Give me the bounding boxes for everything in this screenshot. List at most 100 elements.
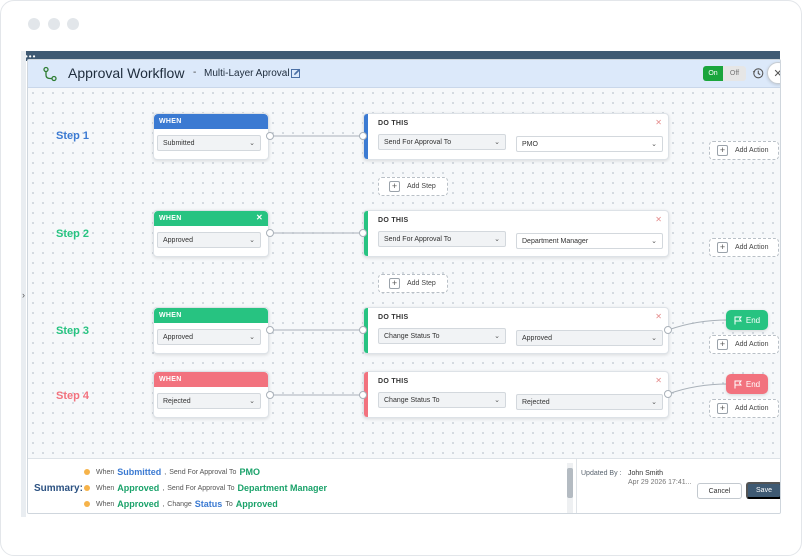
- chevron-down-icon: ⌄: [494, 333, 500, 340]
- close-icon[interactable]: ✕: [767, 62, 780, 84]
- modal-footer: Summary: When Submitted , Send For Appro…: [28, 458, 780, 513]
- close-icon[interactable]: ✕: [256, 213, 263, 222]
- do-this-card: DO THIS ✕ Send For Approval To ⌄ PMO ⌄: [363, 113, 669, 160]
- target-select[interactable]: Approved ⌄: [516, 330, 663, 346]
- add-action-button[interactable]: + Add Action: [709, 399, 779, 418]
- summary-action: Send For Approval To: [167, 484, 235, 492]
- when-card: WHEN Submitted ⌄: [153, 113, 269, 160]
- when-select[interactable]: Approved ⌄: [157, 329, 261, 345]
- add-action-button[interactable]: + Add Action: [709, 238, 779, 257]
- plus-icon: +: [717, 242, 728, 253]
- summary-to: To: [225, 500, 233, 508]
- end-node[interactable]: End: [726, 374, 768, 394]
- summary-item: When Submitted , Send For Approval To PM…: [84, 464, 564, 480]
- when-select[interactable]: Submitted ⌄: [157, 135, 261, 151]
- connector-knob[interactable]: [266, 391, 274, 399]
- action-select[interactable]: Change Status To ⌄: [378, 392, 506, 408]
- when-select[interactable]: Rejected ⌄: [157, 393, 261, 409]
- when-title: WHEN: [159, 312, 182, 319]
- target-value: PMO: [522, 141, 538, 148]
- when-select[interactable]: Approved ⌄: [157, 232, 261, 248]
- close-icon[interactable]: ✕: [655, 118, 662, 127]
- do-title: DO THIS: [378, 314, 409, 321]
- summary-value: Approved: [117, 483, 160, 493]
- target-select[interactable]: PMO ⌄: [516, 136, 663, 152]
- close-icon[interactable]: ✕: [655, 376, 662, 385]
- target-value: Approved: [522, 335, 552, 342]
- add-step-button[interactable]: + Add Step: [378, 177, 448, 196]
- connector-knob[interactable]: [359, 391, 367, 399]
- modal-header: Approval Workflow - Multi-Layer Aproval …: [28, 60, 780, 88]
- when-title: WHEN: [159, 215, 182, 222]
- summary-action: Change: [167, 500, 192, 508]
- add-step-button[interactable]: + Add Step: [378, 274, 448, 293]
- active-toggle[interactable]: On Off: [703, 66, 746, 81]
- add-step-label: Add Step: [407, 280, 436, 287]
- summary-scrollbar[interactable]: [567, 463, 573, 513]
- action-value: Send For Approval To: [384, 139, 452, 146]
- action-value: Send For Approval To: [384, 236, 452, 243]
- summary-target: Department Manager: [237, 483, 327, 493]
- connector-knob[interactable]: [266, 132, 274, 140]
- connector-knob[interactable]: [664, 326, 672, 334]
- when-card: WHEN Approved ⌄: [153, 307, 269, 354]
- save-button[interactable]: Save: [746, 482, 780, 499]
- do-this-card: DO THIS ✕ Send For Approval To ⌄ Departme…: [363, 210, 669, 257]
- cancel-button[interactable]: Cancel: [697, 483, 742, 499]
- chevron-down-icon: ⌄: [494, 236, 500, 243]
- target-select[interactable]: Rejected ⌄: [516, 394, 663, 410]
- summary-when: When: [96, 484, 115, 492]
- step-label: Step 1: [56, 130, 90, 142]
- connector-knob[interactable]: [359, 132, 367, 140]
- close-icon[interactable]: ✕: [655, 215, 662, 224]
- add-action-label: Add Action: [735, 405, 769, 412]
- action-select[interactable]: Send For Approval To ⌄: [378, 231, 506, 247]
- toggle-off[interactable]: Off: [723, 66, 746, 81]
- connector-knob[interactable]: [359, 326, 367, 334]
- flag-icon: [734, 316, 742, 324]
- do-this-card: DO THIS ✕ Change Status To ⌄ Rejected ⌄: [363, 371, 669, 418]
- footer-divider: [576, 459, 577, 513]
- target-select[interactable]: Department Manager ⌄: [516, 233, 663, 249]
- plus-icon: +: [717, 403, 728, 414]
- do-title: DO THIS: [378, 217, 409, 224]
- when-value: Submitted: [163, 140, 195, 147]
- workflow-icon: [43, 66, 57, 82]
- step-label: Step 3: [56, 325, 90, 337]
- summary-list: When Submitted , Send For Approval To PM…: [84, 464, 564, 512]
- scrollbar-thumb[interactable]: [567, 468, 573, 498]
- summary-item: When Approved , Change Status To Approve…: [84, 496, 564, 512]
- connector-knob[interactable]: [266, 326, 274, 334]
- chevron-down-icon: ⌄: [249, 334, 255, 341]
- do-this-card: DO THIS ✕ Change Status To ⌄ Approved ⌄: [363, 307, 669, 354]
- when-title: WHEN: [159, 376, 182, 383]
- close-icon[interactable]: ✕: [655, 312, 662, 321]
- add-action-button[interactable]: + Add Action: [709, 335, 779, 354]
- workflow-name: Multi-Layer Aproval: [204, 68, 290, 79]
- connector-knob[interactable]: [359, 229, 367, 237]
- end-node[interactable]: End: [726, 310, 768, 330]
- updated-by-label: Updated By :: [581, 470, 622, 477]
- action-select[interactable]: Send For Approval To ⌄: [378, 134, 506, 150]
- window-dot: [48, 18, 60, 30]
- page-title: Approval Workflow: [68, 65, 185, 81]
- connector-knob[interactable]: [266, 229, 274, 237]
- title-separator: -: [193, 67, 197, 78]
- add-action-button[interactable]: + Add Action: [709, 141, 779, 160]
- do-title: DO THIS: [378, 120, 409, 127]
- summary-item: When Approved , Send For Approval To Dep…: [84, 480, 564, 496]
- chevron-right-icon[interactable]: ›: [22, 290, 25, 300]
- toggle-on[interactable]: On: [703, 66, 723, 81]
- history-icon[interactable]: [752, 67, 764, 79]
- action-select[interactable]: Change Status To ⌄: [378, 328, 506, 344]
- when-title: WHEN: [159, 118, 182, 125]
- chevron-down-icon: ⌄: [651, 335, 657, 342]
- when-value: Rejected: [163, 398, 191, 405]
- connector-knob[interactable]: [664, 390, 672, 398]
- updated-date: Apr 29 2026 17:41...: [628, 479, 692, 486]
- end-label: End: [745, 379, 761, 389]
- edit-icon[interactable]: [291, 68, 301, 78]
- do-title: DO THIS: [378, 378, 409, 385]
- summary-comma: ,: [162, 500, 165, 508]
- summary-value: Submitted: [117, 467, 162, 477]
